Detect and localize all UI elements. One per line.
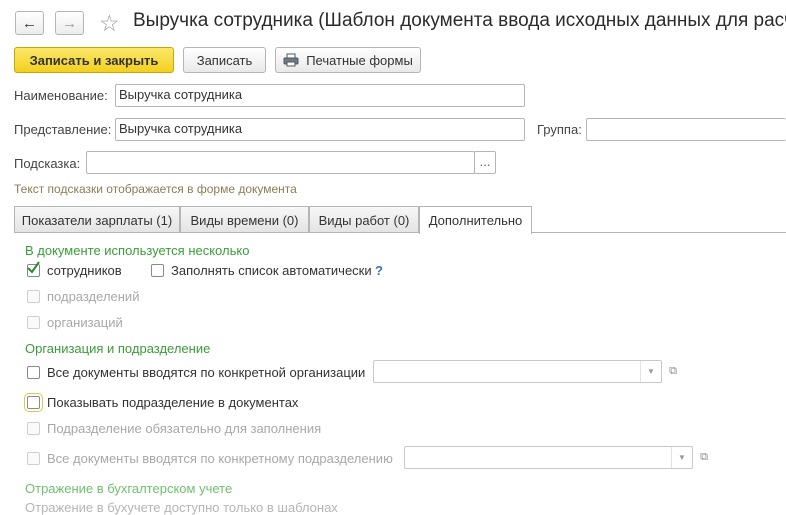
- single-org-label: Все документы вводятся по конкретной орг…: [47, 365, 366, 380]
- accounting-note: Отражение в бухучете доступно только в ш…: [25, 500, 338, 515]
- tab-label: Дополнительно: [428, 213, 523, 228]
- chevron-down-icon: ▼: [671, 447, 692, 468]
- checkmark-icon: [27, 261, 40, 274]
- favorite-star-icon[interactable]: ☆: [99, 9, 120, 37]
- departments-label: подразделений: [47, 289, 140, 304]
- forward-button[interactable]: →: [55, 11, 84, 35]
- save-and-close-label: Записать и закрыть: [29, 52, 159, 68]
- organizations-label: организаций: [47, 315, 123, 330]
- window-title: Выручка сотрудника (Шаблон документа вво…: [133, 10, 786, 31]
- department-select[interactable]: ▼: [404, 446, 693, 469]
- single-department-checkbox[interactable]: [27, 452, 40, 465]
- tooltip-input[interactable]: [86, 151, 475, 174]
- department-required-checkbox[interactable]: [27, 422, 40, 435]
- save-and-close-button[interactable]: Записать и закрыть: [14, 47, 174, 73]
- name-label: Наименование:: [14, 88, 108, 103]
- tab-salary-indicators[interactable]: Показатели зарплаты (1): [14, 206, 180, 233]
- arrow-right-icon: →: [62, 14, 77, 32]
- show-department-checkbox[interactable]: [24, 393, 43, 412]
- tab-divider: [14, 232, 786, 233]
- autofill-label: Заполнять список автоматически: [171, 263, 372, 278]
- single-org-checkbox[interactable]: [27, 366, 40, 379]
- departments-checkbox[interactable]: [27, 290, 40, 303]
- employees-label: сотрудников: [47, 263, 122, 278]
- autofill-checkbox[interactable]: [151, 264, 164, 277]
- print-forms-label: Печатные формы: [306, 52, 413, 68]
- help-icon[interactable]: ?: [375, 263, 383, 278]
- open-organization-icon[interactable]: ⧉: [664, 360, 682, 383]
- back-button[interactable]: ←: [15, 11, 44, 35]
- department-required-label: Подразделение обязательно для заполнения: [47, 421, 322, 436]
- presentation-input[interactable]: Выручка сотрудника: [115, 118, 525, 141]
- section-accounting-title: Отражение в бухгалтерском учете: [25, 481, 233, 496]
- print-forms-button[interactable]: Печатные формы: [275, 47, 421, 73]
- open-department-icon[interactable]: ⧉: [695, 446, 713, 469]
- tooltip-hint-text: Текст подсказки отображается в форме док…: [14, 182, 297, 196]
- tooltip-select-button[interactable]: ...: [474, 151, 496, 174]
- section-multiple-title: В документе используется несколько: [25, 243, 250, 258]
- group-input[interactable]: [586, 118, 786, 141]
- organization-select[interactable]: ▼: [373, 360, 662, 383]
- tab-label: Показатели зарплаты (1): [21, 212, 173, 228]
- printer-icon: [283, 53, 299, 67]
- tab-additional[interactable]: Дополнительно: [419, 206, 532, 234]
- save-label: Записать: [196, 52, 253, 68]
- show-department-label: Показывать подразделение в документах: [47, 395, 299, 410]
- tab-time-types[interactable]: Виды времени (0): [180, 206, 309, 233]
- group-label: Группа:: [537, 122, 582, 137]
- arrow-left-icon: ←: [22, 14, 37, 32]
- tab-label: Виды работ (0): [318, 212, 410, 228]
- single-department-label: Все документы вводятся по конкретному по…: [47, 451, 393, 466]
- tab-label: Виды времени (0): [190, 212, 299, 228]
- presentation-label: Представление:: [14, 122, 112, 137]
- name-input[interactable]: Выручка сотрудника: [115, 84, 525, 107]
- save-button[interactable]: Записать: [183, 47, 266, 73]
- organizations-checkbox[interactable]: [27, 316, 40, 329]
- section-org-title: Организация и подразделение: [25, 341, 211, 356]
- chevron-down-icon: ▼: [640, 361, 661, 382]
- tab-work-types[interactable]: Виды работ (0): [309, 206, 419, 233]
- tooltip-label: Подсказка:: [14, 156, 81, 171]
